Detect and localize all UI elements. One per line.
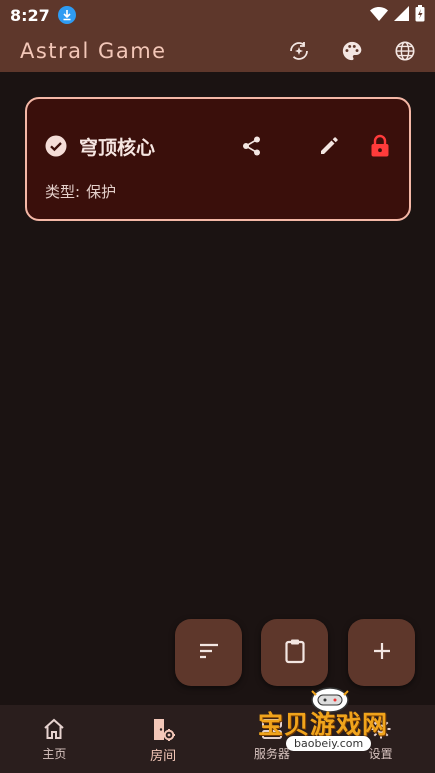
home-icon [41,716,67,742]
watermark: 宝贝游戏网 baobeiy.com [258,683,418,771]
app-bar: Astral Game [0,30,435,72]
nav-item-room[interactable]: 房间 [109,705,218,773]
auto-awesome-icon[interactable] [286,38,311,63]
sort-icon [197,639,221,667]
sort-button[interactable] [175,619,242,686]
download-icon [57,6,76,24]
add-room-button[interactable] [348,619,415,686]
plus-icon [372,641,392,665]
status-bar: 8:27 [0,0,435,30]
room-card[interactable]: 穹顶核心 类型: 保护 [25,97,411,221]
clipboard-icon [283,638,307,668]
nav-item-home[interactable]: 主页 [0,705,109,773]
room-settings-icon [150,716,176,742]
check-circle-icon [45,135,67,157]
app-title: Astral Game [20,39,167,63]
signal-icon [394,5,409,25]
palette-icon[interactable] [339,38,364,63]
status-time: 8:27 [10,5,50,25]
lock-icon[interactable] [370,134,392,158]
wifi-icon [370,6,388,25]
paste-button[interactable] [261,619,328,686]
nav-label-room: 房间 [150,749,177,764]
battery-icon [415,4,425,26]
edit-icon[interactable] [318,135,340,157]
room-type-label: 类型: [45,183,81,201]
room-title: 穹顶核心 [79,137,156,159]
nav-label-home: 主页 [42,747,67,761]
globe-icon[interactable] [392,38,417,63]
room-type: 类型: 保护 [45,181,116,202]
share-icon[interactable] [241,135,263,157]
room-type-value: 保护 [86,183,117,201]
watermark-url: baobeiy.com [286,736,372,751]
